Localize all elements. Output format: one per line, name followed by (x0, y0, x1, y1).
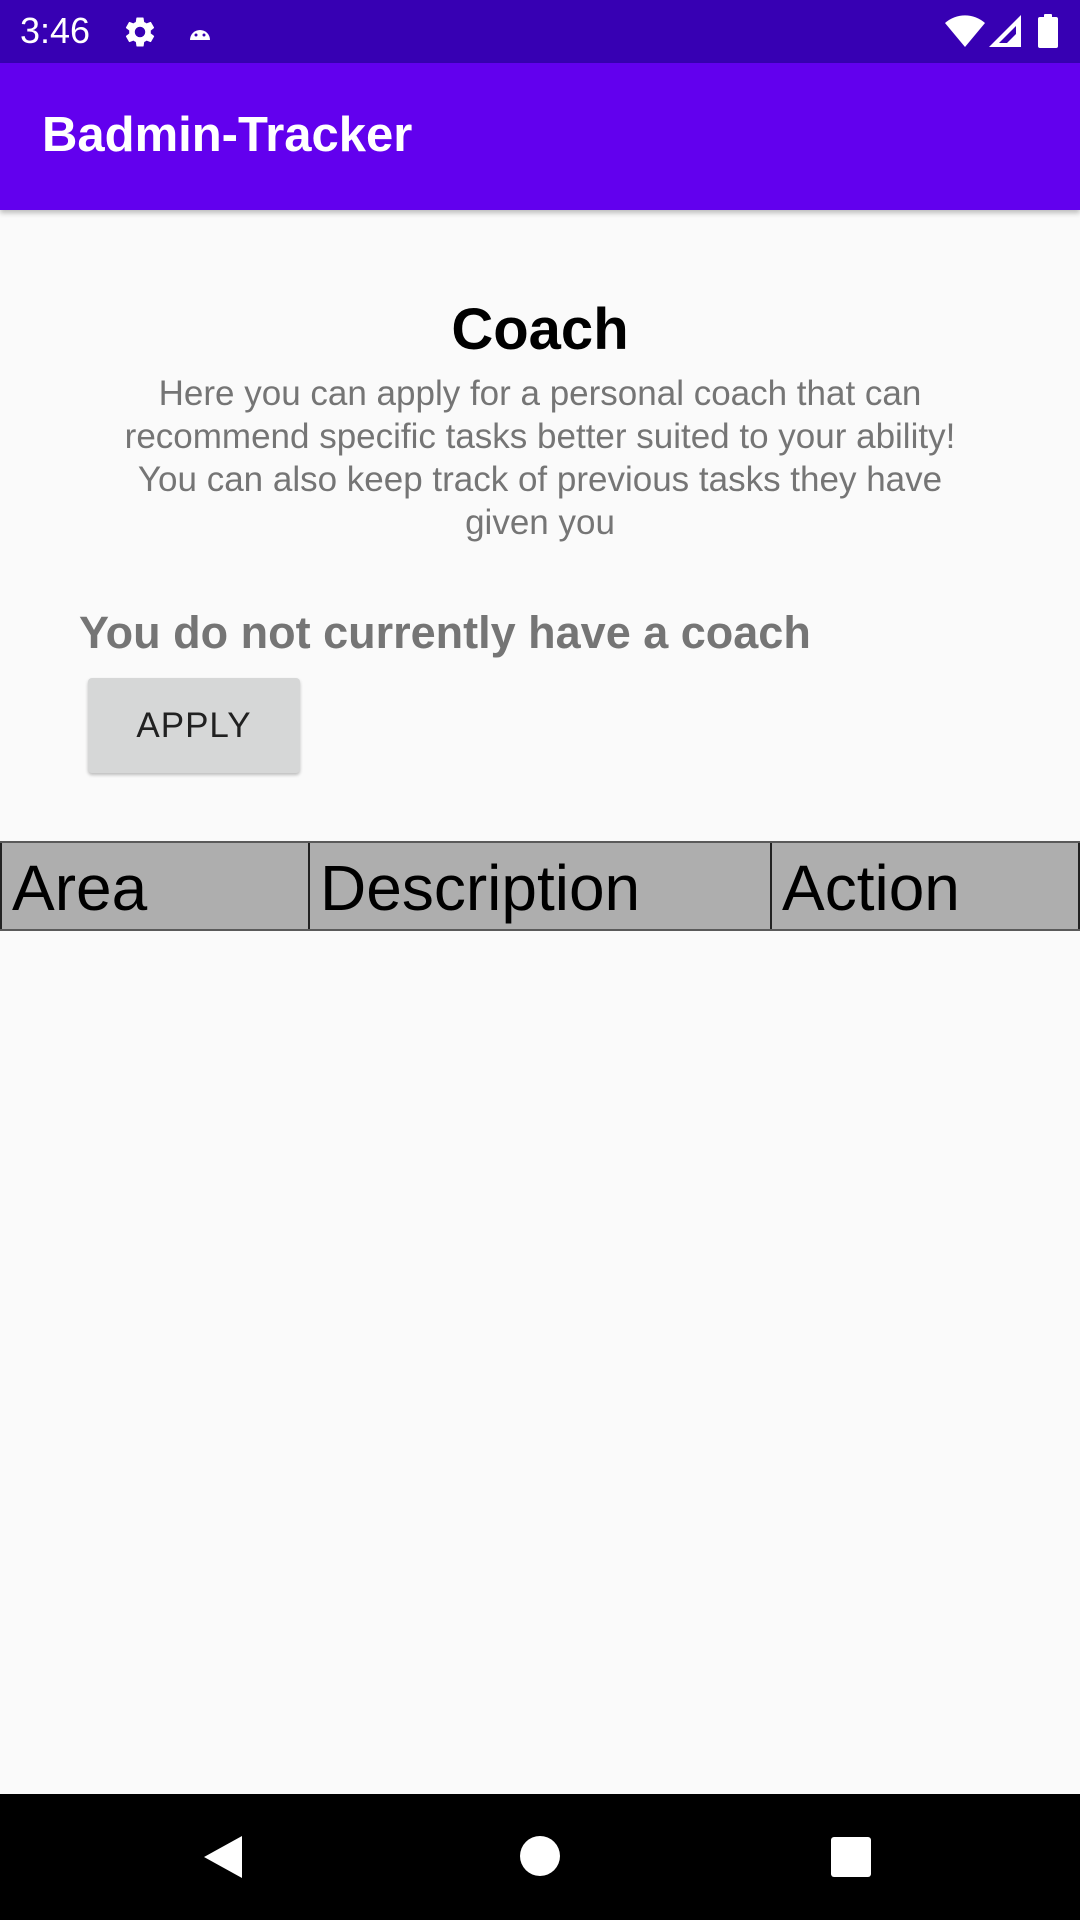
column-header-action: Action (770, 843, 1080, 929)
column-header-area: Area (0, 843, 308, 929)
home-icon[interactable] (518, 1834, 562, 1878)
page-description: Here you can apply for a personal coach … (124, 374, 956, 542)
cellular-signal-icon (989, 15, 1021, 47)
wifi-icon (945, 15, 985, 48)
recents-icon[interactable] (830, 1836, 872, 1878)
app-bar: Badmin-Tracker (0, 63, 1080, 210)
navigation-bar (0, 1794, 1080, 1920)
status-time: 3:46 (20, 10, 91, 51)
app-title: Badmin-Tracker (42, 108, 413, 162)
column-header-description: Description (308, 843, 770, 929)
back-icon[interactable] (200, 1834, 246, 1880)
android-notification-icon (190, 30, 210, 40)
page-title: Coach (451, 297, 629, 362)
status-bar: 3:46 (0, 0, 1080, 63)
battery-icon (1038, 14, 1058, 48)
tasks-table-header: Area Description Action (0, 841, 1080, 931)
coach-status-text: You do not currently have a coach (79, 607, 811, 658)
settings-gear-icon (125, 17, 155, 47)
apply-button[interactable]: APPLY (88, 678, 300, 773)
